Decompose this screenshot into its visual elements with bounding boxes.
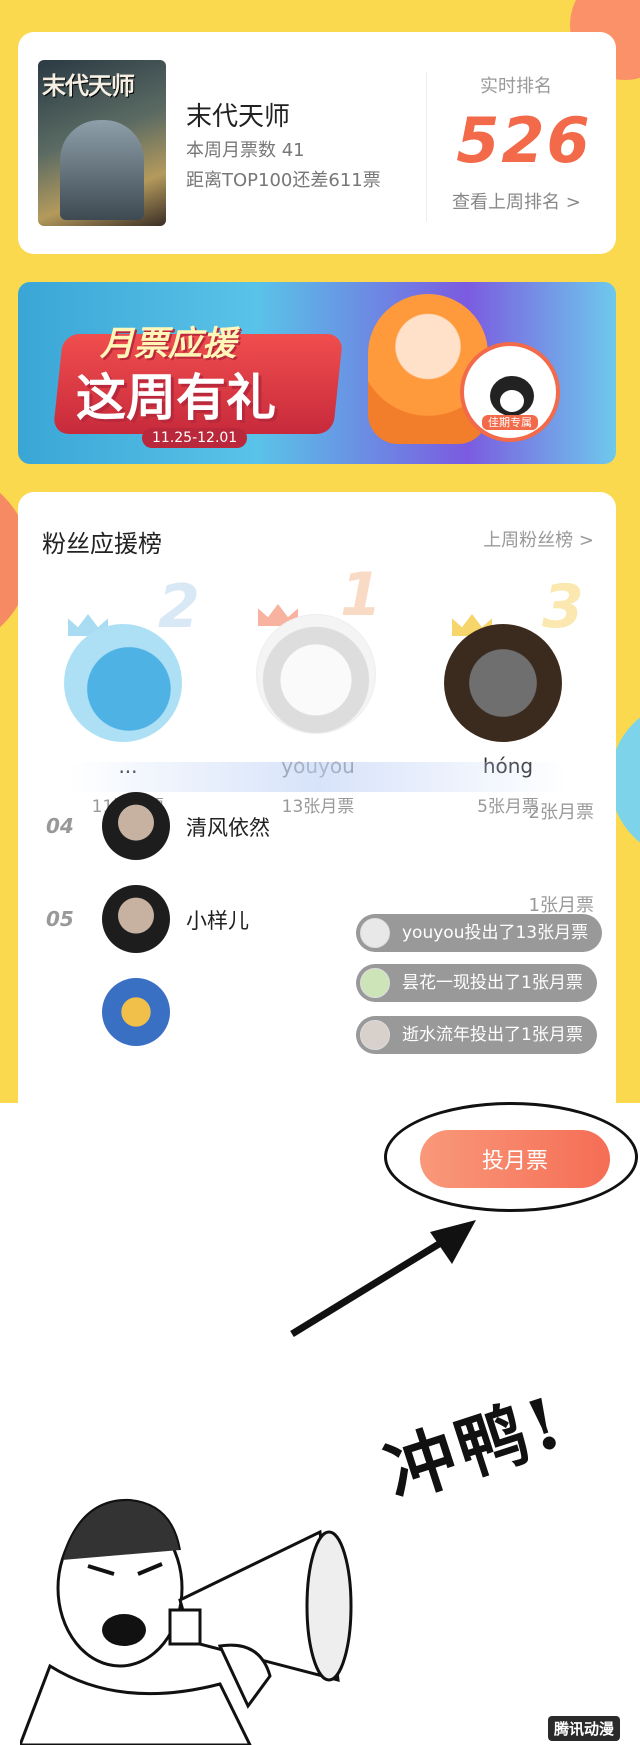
list-rank: 04 <box>46 814 74 838</box>
shouting-man-icon <box>20 1498 353 1745</box>
comic-title: 末代天师 <box>186 102 291 132</box>
podium-rank-number: 3 <box>542 572 584 642</box>
list-rank: 05 <box>46 907 74 931</box>
podium-rank-number: 1 <box>340 560 382 630</box>
realtime-rank-label: 实时排名 <box>480 76 552 97</box>
avatar[interactable] <box>102 792 170 860</box>
realtime-rank-number: 526 <box>456 104 592 177</box>
badge-label: 佳期专属 <box>482 415 538 430</box>
meme-illustration: 冲鸭! 腾讯动漫 <box>0 1212 640 1745</box>
vote-danmaku: youyou投出了13张月票 <box>356 914 603 952</box>
avatar[interactable] <box>102 885 170 953</box>
top100-gap-text: 距离TOP100还差611票 <box>186 170 381 191</box>
danmaku-text: 逝水流年投出了1张月票 <box>402 1025 583 1045</box>
last-week-rank-link[interactable]: 查看上周排名 > <box>452 188 581 214</box>
watermark-logo: 腾讯动漫 <box>548 1716 621 1741</box>
penguin-icon <box>490 376 534 416</box>
avatar[interactable] <box>102 978 170 1046</box>
podium-rank-number: 2 <box>158 572 200 642</box>
banner-mascot-badge: 佳期专属 <box>460 342 560 442</box>
avatar[interactable] <box>64 624 182 742</box>
podium-third[interactable]: 3 hóng 5张月票 <box>408 572 608 817</box>
podium-first[interactable]: 1 youyou 13张月票 <box>218 560 418 817</box>
list-item[interactable]: 04 清风依然 2张月票 <box>18 784 616 874</box>
vote-danmaku: 昙花一现投出了1张月票 <box>356 964 597 1002</box>
list-fan-name: 小样儿 <box>186 909 249 933</box>
promo-banner[interactable]: 月票应援 这周有礼 11.25-12.01 佳期专属 <box>18 282 616 464</box>
app-background: 末代天师 末代天师 本周月票数 41 距离TOP100还差611票 实时排名 5… <box>0 0 640 1103</box>
divider <box>426 72 427 222</box>
vote-danmaku: 逝水流年投出了1张月票 <box>356 1016 597 1054</box>
comic-cover-image[interactable]: 末代天师 <box>38 60 166 226</box>
fan-board-title: 粉丝应援榜 <box>42 530 162 558</box>
cover-title-art: 末代天师 <box>42 71 135 100</box>
last-week-fan-board-link[interactable]: 上周粉丝榜 > <box>483 526 594 552</box>
avatar <box>360 918 390 948</box>
avatar[interactable] <box>256 614 376 734</box>
avatar <box>360 1020 390 1050</box>
vote-monthly-ticket-button[interactable]: 投月票 <box>420 1130 610 1188</box>
weekly-votes-text: 本周月票数 41 <box>186 140 305 161</box>
rank-card: 末代天师 末代天师 本周月票数 41 距离TOP100还差611票 实时排名 5… <box>18 32 616 254</box>
danmaku-text: 昙花一现投出了1张月票 <box>402 973 583 993</box>
danmaku-text: youyou投出了13张月票 <box>402 923 589 943</box>
banner-headline-2: 这周有礼 <box>76 369 276 427</box>
avatar[interactable] <box>444 624 562 742</box>
banner-date-range: 11.25-12.01 <box>142 428 248 448</box>
avatar <box>360 968 390 998</box>
podium-second[interactable]: 2 ... 11张月票 <box>28 572 228 817</box>
fan-support-board: 粉丝应援榜 上周粉丝榜 > 2 ... 11张月票 1 youyou 13张月票… <box>18 492 616 1103</box>
list-fan-votes: 2张月票 <box>528 802 594 823</box>
cover-figure-art <box>60 120 144 220</box>
list-fan-name: 清风依然 <box>186 816 270 840</box>
